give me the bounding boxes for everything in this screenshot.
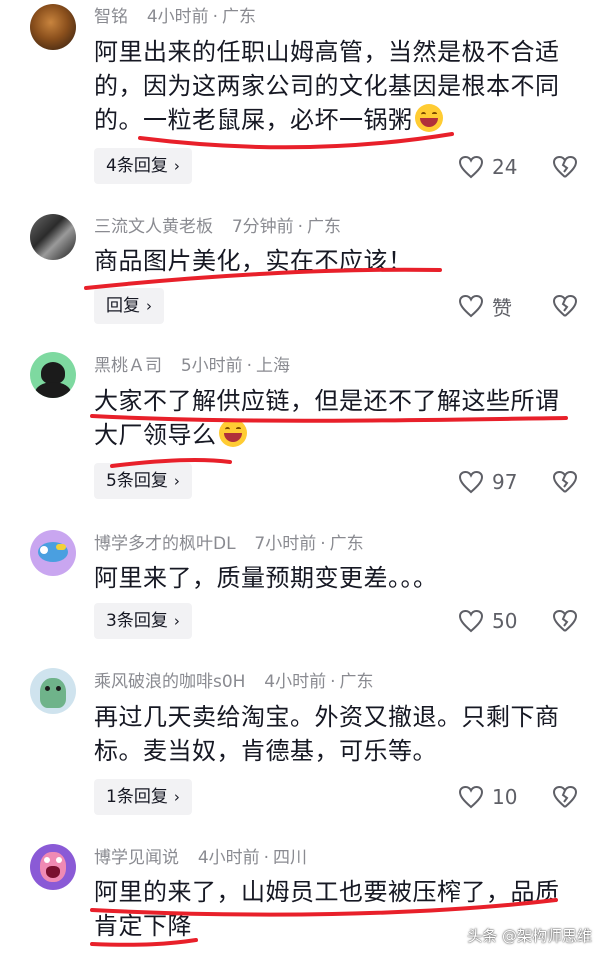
username[interactable]: 博学多才的枫叶DL [94,534,236,554]
comment-text: 阿里来了，质量预期变更差。。。 [94,564,438,592]
heart-icon [458,609,484,633]
view-replies-button[interactable]: 4条回复 › [94,148,192,184]
location: 广东 [222,7,257,27]
username[interactable]: 三流文人黄老板 [94,217,213,237]
comment-meta: 乘风破浪的咖啡s0H 4小时前 · 广东 [94,672,374,692]
chevron-right-icon: › [173,788,180,806]
timestamp: 4小时前 [146,7,209,27]
avatar[interactable] [30,530,76,576]
username[interactable]: 黑桃Ａ司 [94,356,162,376]
avatar[interactable] [30,844,76,890]
timestamp: 5小时前 [180,356,243,376]
comment-text: 阿里出来的任职山姆高管，当然是极不合适 的，因为这两家公司的文化基因是根本不同 … [94,38,560,134]
view-replies-button[interactable]: 1条回复 › [94,779,192,815]
location: 上海 [256,356,291,376]
broken-heart-icon[interactable] [552,155,578,179]
comment-text: 大家不了解供应链，但是还不了解这些所谓 大厂领导么 [94,387,560,449]
comment-meta: 黑桃Ａ司 5小时前 · 上海 [94,356,291,376]
location: 广东 [329,534,364,554]
timestamp: 7小时前 [254,534,317,554]
like-count: 10 [492,785,518,809]
heart-icon [458,155,484,179]
location: 四川 [273,848,308,868]
laughing-emoji [414,104,443,132]
watermark: 头条 @架构师思维 [467,927,592,945]
like-button[interactable]: 97 [458,467,517,497]
avatar[interactable] [30,352,76,398]
comment-meta: 博学多才的枫叶DL 7小时前 · 广东 [94,534,364,554]
avatar[interactable] [30,668,76,714]
comment-meta: 三流文人黄老板 7分钟前 · 广东 [94,217,342,237]
broken-heart-icon[interactable] [552,785,578,809]
timestamp: 4小时前 [197,848,260,868]
chevron-right-icon: › [146,297,152,315]
broken-heart-icon[interactable] [552,609,578,633]
like-count: 24 [492,155,518,179]
like-button[interactable]: 赞 [458,291,512,321]
comment-meta: 智铭 4小时前 · 广东 [94,7,257,27]
timestamp: 7分钟前 [231,217,294,237]
heart-icon [458,785,484,809]
comment-text: 再过几天卖给淘宝。外资又撤退。只剩下商 标。麦当奴，肯德基，可乐等。 [94,703,560,765]
avatar[interactable] [30,214,76,260]
avatar[interactable] [30,4,76,50]
chevron-right-icon: › [173,612,180,630]
view-replies-button[interactable]: 3条回复 › [94,603,192,639]
like-button[interactable]: 24 [458,152,517,182]
view-replies-button[interactable]: 5条回复 › [94,463,192,499]
like-button[interactable]: 50 [458,606,517,636]
heart-icon [458,470,484,494]
like-count: 50 [492,609,518,633]
chevron-right-icon: › [173,157,180,175]
comment-meta: 博学见闻说 4小时前 · 四川 [94,848,308,868]
heart-icon [458,294,484,318]
chevron-right-icon: › [173,472,180,490]
like-count: 97 [492,470,518,494]
reply-button[interactable]: 回复 › [94,288,164,324]
broken-heart-icon[interactable] [552,294,578,318]
like-button[interactable]: 10 [458,782,517,812]
username[interactable]: 博学见闻说 [94,848,179,868]
username[interactable]: 智铭 [94,7,128,27]
broken-heart-icon[interactable] [552,470,578,494]
comment-text: 商品图片美化，实在不应该！ [94,247,413,275]
timestamp: 4小时前 [264,672,327,692]
grinning-emoji [218,419,247,447]
location: 广东 [307,217,342,237]
location: 广东 [339,672,374,692]
like-label: 赞 [492,295,512,320]
username[interactable]: 乘风破浪的咖啡s0H [94,672,245,692]
